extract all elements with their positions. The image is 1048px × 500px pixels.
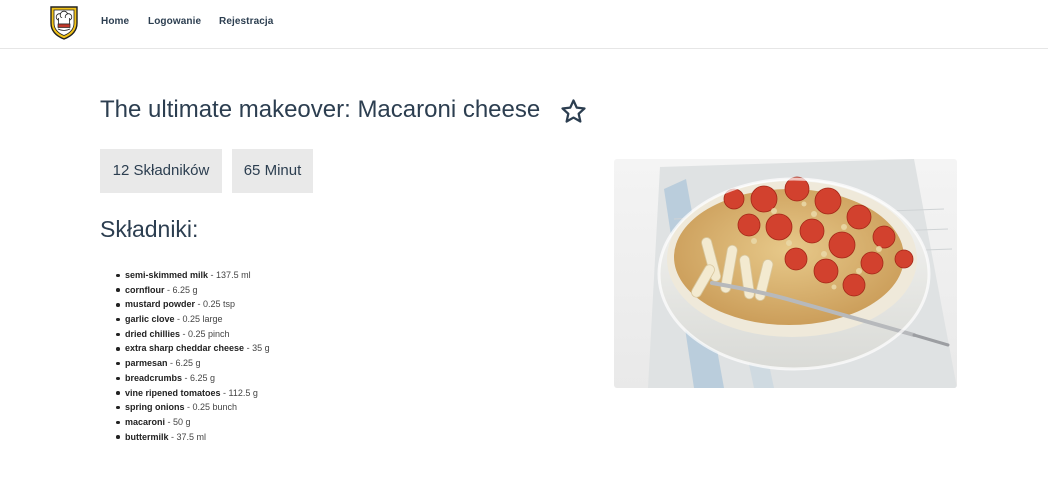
recipe-photo (614, 159, 957, 388)
nav-login-link[interactable]: Logowanie (148, 16, 201, 27)
ingredient-quantity: 137.5 ml (216, 270, 251, 280)
nav-register-link[interactable]: Rejestracja (219, 16, 273, 27)
ingredient-quantity: 0.25 bunch (192, 402, 238, 413)
list-item: cornflour - 6.25 g (116, 283, 270, 298)
cooking-time-badge: 65 Minut (232, 149, 313, 193)
ingredient-name: dried chillies (125, 328, 181, 339)
ingredient-quantity: 6.25 g (172, 284, 198, 295)
ingredient-separator: - (184, 402, 193, 413)
ingredient-name: macaroni (125, 416, 166, 427)
ingredient-quantity: 35 g (252, 343, 270, 354)
ingredients-count-badge: 12 Składników (100, 149, 222, 193)
list-item: vine ripened tomatoes - 112.5 g (116, 386, 270, 401)
ingredient-name: semi-skimmed milk (125, 270, 209, 280)
navbar: Home Logowanie Rejestracja (0, 0, 1048, 49)
ingredient-name: buttermilk (125, 431, 169, 442)
ingredient-name: parmesan (125, 358, 168, 369)
list-item: parmesan - 6.25 g (116, 356, 270, 371)
macaroni-dish-illustration (614, 159, 957, 388)
ingredient-separator: - (167, 358, 176, 369)
ingredient-name: spring onions (125, 402, 185, 413)
ingredient-separator: - (220, 387, 229, 398)
list-item: garlic clove - 0.25 large (116, 312, 270, 327)
ingredient-name: extra sharp cheddar cheese (125, 343, 245, 354)
list-item: extra sharp cheddar cheese - 35 g (116, 341, 270, 356)
ingredient-quantity: 6.25 g (190, 372, 216, 383)
ingredient-name: mustard powder (125, 299, 196, 310)
ingredient-quantity: 112.5 g (228, 387, 258, 398)
ingredients-heading: Składniki: (100, 216, 199, 242)
ingredient-separator: - (244, 343, 253, 354)
ingredient-separator: - (174, 314, 183, 325)
list-item: breadcrumbs - 6.25 g (116, 371, 270, 386)
ingredient-name: vine ripened tomatoes (125, 387, 221, 398)
list-item: spring onions - 0.25 bunch (116, 400, 270, 415)
ingredient-quantity: 50 g (173, 416, 191, 427)
ingredient-name: cornflour (125, 284, 165, 295)
nav-home-link[interactable]: Home (101, 16, 129, 27)
ingredient-separator: - (182, 372, 191, 383)
ingredient-quantity: 6.25 g (175, 358, 201, 369)
list-item: semi-skimmed milk - 137.5 ml (116, 268, 270, 283)
recipe-title: The ultimate makeover: Macaroni cheese (100, 96, 541, 123)
list-item: dried chillies - 0.25 pinch (116, 327, 270, 342)
star-outline-icon[interactable] (560, 98, 587, 125)
ingredient-separator: - (168, 431, 177, 442)
ingredient-quantity: 37.5 ml (176, 431, 207, 442)
ingredient-separator: - (164, 284, 173, 295)
ingredient-separator: - (208, 270, 217, 280)
chef-hat-shield-logo[interactable] (49, 4, 79, 40)
list-item: macaroni - 50 g (116, 415, 270, 430)
ingredient-name: garlic clove (125, 314, 175, 325)
list-item: mustard powder - 0.25 tsp (116, 297, 270, 312)
ingredient-separator: - (195, 299, 204, 310)
ingredient-quantity: 0.25 pinch (188, 328, 230, 339)
ingredients-list: semi-skimmed milk - 137.5 ml cornflour -… (116, 268, 270, 444)
ingredient-separator: - (165, 416, 174, 427)
ingredient-separator: - (180, 328, 189, 339)
ingredient-quantity: 0.25 large (182, 314, 223, 325)
ingredient-name: breadcrumbs (125, 372, 183, 383)
ingredient-quantity: 0.25 tsp (203, 299, 236, 310)
list-item: buttermilk - 37.5 ml (116, 430, 270, 445)
